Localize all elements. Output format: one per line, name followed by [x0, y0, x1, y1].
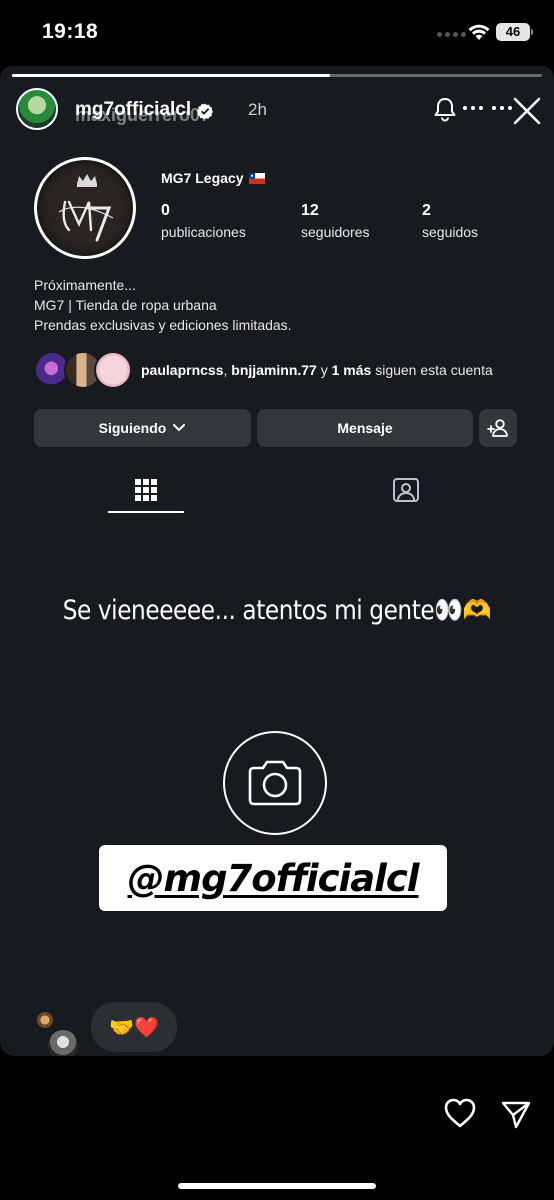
mutual-followers-more[interactable]: 1 más [332, 362, 372, 378]
reaction-emoji: 🤝❤️ [109, 1016, 159, 1039]
tagged-user-icon [393, 478, 419, 502]
home-indicator[interactable] [178, 1183, 376, 1189]
following-button-label: Siguiendo [98, 420, 167, 436]
avatar [37, 1012, 53, 1028]
bio-line: Próximamente... [34, 277, 136, 293]
story-progress-bar [12, 74, 542, 77]
add-user-button[interactable] [479, 409, 517, 447]
mention-sticker[interactable]: @mg7officialcl [99, 845, 447, 911]
battery-tip [531, 29, 533, 35]
tab-posts-grid[interactable] [108, 469, 184, 511]
chile-flag-icon [249, 172, 266, 184]
tab-tagged[interactable] [368, 469, 444, 511]
verified-icon [197, 103, 214, 119]
wifi-icon [468, 24, 490, 40]
camera-placeholder [223, 731, 327, 835]
profile-name: MG7 Legacy [161, 170, 266, 186]
more-icon[interactable] [463, 106, 483, 110]
caption-emoji: 👀🫶 [434, 595, 492, 626]
camera-icon [248, 760, 302, 806]
bio-line: Prendas exclusivas y ediciones limitadas… [34, 317, 292, 333]
following-button[interactable]: Siguiendo [34, 409, 251, 447]
separator: y [316, 362, 332, 378]
story-author[interactable]: maxiguerrero07 mg7officialcl [75, 99, 214, 125]
stat-posts-label: publicaciones [161, 224, 246, 240]
story-caption-text: Se vieneeeee... atentos mi gente [62, 595, 435, 626]
mention-text[interactable]: @mg7officialcl [128, 857, 420, 900]
add-user-icon [487, 419, 508, 437]
mutual-followers-avatars[interactable] [34, 351, 134, 389]
close-icon[interactable] [512, 96, 542, 126]
stat-posts[interactable]: 0 publicaciones [161, 202, 246, 240]
story-time: 2h [248, 100, 267, 119]
story-author-avatar[interactable] [16, 88, 58, 130]
message-button[interactable]: Mensaje [257, 409, 473, 447]
mutual-followers-text[interactable]: paulaprncss, bnjjaminn.77 y 1 más siguen… [141, 362, 493, 378]
mutual-followers-suffix: siguen esta cuenta [371, 362, 493, 378]
status-time: 19:18 [42, 20, 99, 43]
story-username[interactable]: mg7officialcl [75, 99, 191, 121]
avatar [46, 1028, 80, 1056]
mutual-follower-2[interactable]: bnjjaminn.77 [231, 362, 317, 378]
status-bar: 19:18 46 [0, 0, 554, 66]
stat-following-value: 2 [422, 202, 431, 219]
profile-avatar [34, 157, 136, 259]
message-button-label: Mensaje [337, 420, 393, 436]
bell-icon[interactable] [432, 96, 458, 122]
avatar [94, 351, 132, 389]
story-caption: Se vieneeeee... atentos mi gente👀🫶 [39, 594, 515, 626]
profile-name-text: MG7 Legacy [161, 170, 244, 186]
heart-icon[interactable] [443, 1097, 477, 1129]
stat-followers-value: 12 [301, 202, 319, 219]
brand-logo [37, 160, 133, 256]
stat-following-label: seguidos [422, 224, 479, 240]
story-progress-fill [12, 74, 330, 77]
signal-icon [437, 32, 466, 37]
stat-followers[interactable]: 12 seguidores [301, 202, 370, 240]
battery-indicator: 46 [496, 23, 530, 41]
stat-following[interactable]: 2 seguidos [422, 202, 478, 240]
story-card[interactable]: maxiguerrero07 mg7officialcl 2h MG7 Lega… [0, 66, 554, 1056]
send-icon[interactable] [500, 1098, 532, 1130]
active-tab-indicator [108, 511, 184, 513]
more-icon-secondary[interactable] [492, 106, 512, 110]
stat-followers-label: seguidores [301, 224, 370, 240]
grid-icon [135, 479, 157, 501]
stat-posts-value: 0 [161, 202, 170, 219]
bio-line: MG7 | Tienda de ropa urbana [34, 297, 217, 313]
profile-bio: Próximamente... MG7 | Tienda de ropa urb… [34, 275, 292, 335]
reaction-bubble: 🤝❤️ [91, 1002, 177, 1052]
chevron-down-icon [173, 424, 186, 432]
mutual-follower-1[interactable]: paulaprncss [141, 362, 223, 378]
